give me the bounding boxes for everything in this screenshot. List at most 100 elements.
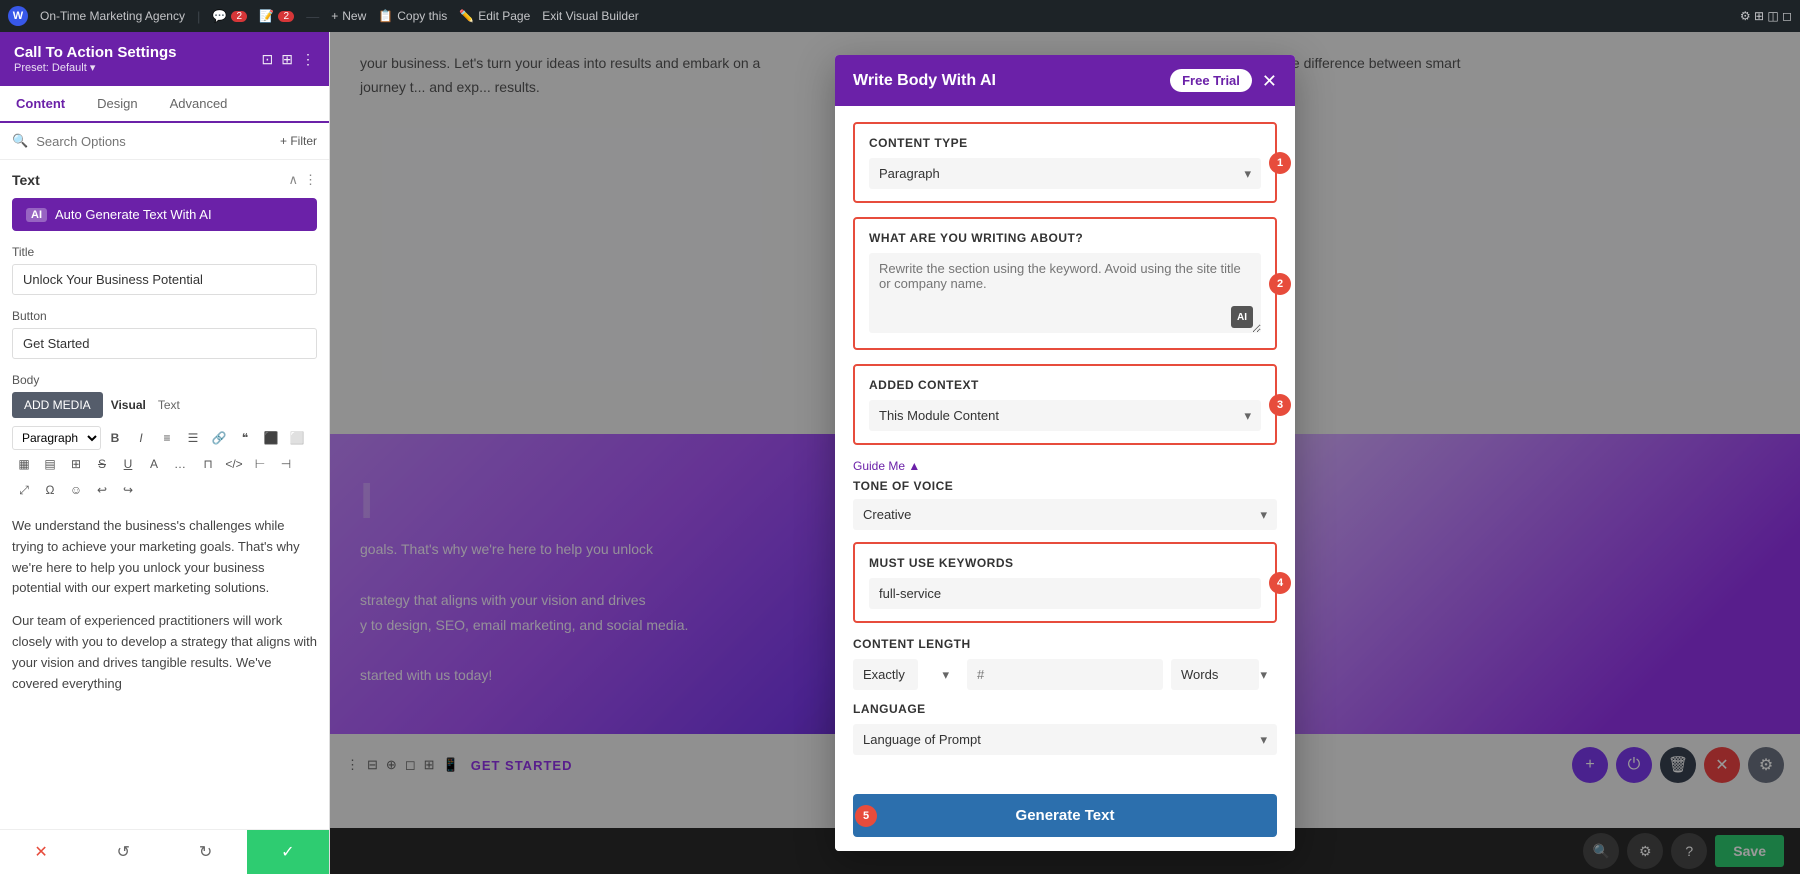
search-input[interactable]	[36, 134, 272, 149]
emoji-button[interactable]: ☺	[64, 478, 88, 502]
title-input[interactable]	[12, 264, 317, 295]
admin-bar-right: ⚙ ⊞ ◫ ◻	[1740, 9, 1792, 23]
sidebar-content: Text ∧ ⋮ AI Auto Generate Text With AI T…	[0, 160, 329, 829]
tone-select[interactable]: Creative Professional Casual	[853, 499, 1277, 530]
copy-format[interactable]: ⊓	[196, 452, 220, 476]
expand-button[interactable]: ⤢	[12, 478, 36, 502]
keywords-input[interactable]	[869, 578, 1261, 609]
content-length-label: Content Length	[853, 637, 1277, 651]
more-icon[interactable]: ⋮	[301, 51, 315, 68]
language-section: Language Language of Prompt English Span…	[853, 702, 1277, 755]
modal-header: Write Body With AI Free Trial ✕	[835, 55, 1295, 106]
admin-icons[interactable]: ⚙ ⊞ ◫ ◻	[1740, 9, 1792, 23]
language-select[interactable]: Language of Prompt English Spanish	[853, 724, 1277, 755]
length-unit-select[interactable]: Words Sentences Paragraphs	[1171, 659, 1259, 690]
cancel-button[interactable]: ✕	[0, 830, 82, 874]
body-text: We understand the business's challenges …	[12, 516, 317, 694]
text-toolbar: Paragraph B I ≡ ☰ 🔗 ❝ ⬛ ⬜ ▦ ▤ ⊞ S U A	[12, 426, 317, 502]
tab-text[interactable]: Text	[158, 398, 180, 412]
save-button[interactable]: ✓	[247, 830, 329, 874]
length-type-select[interactable]: Exactly At least At most	[853, 659, 918, 690]
content-type-label: Content Type	[869, 136, 1261, 150]
ai-text-icon: AI	[1231, 306, 1253, 328]
undo-toolbar[interactable]: ↩	[90, 478, 114, 502]
expand-icon[interactable]: ⊞	[281, 51, 293, 68]
keywords-label: Must Use Keywords	[869, 556, 1261, 570]
title-field: Title	[12, 245, 317, 295]
modal-footer: 5 Generate Text	[835, 780, 1295, 851]
outdent-button[interactable]: ⊣	[274, 452, 298, 476]
text-color-button[interactable]: A	[142, 452, 166, 476]
sidebar-header: Call To Action Settings Preset: Default …	[0, 32, 329, 86]
comments-icon[interactable]: 💬 2	[212, 9, 247, 23]
indent-button[interactable]: ⊢	[248, 452, 272, 476]
redo-button[interactable]: ↻	[165, 830, 247, 874]
bold-button[interactable]: B	[103, 426, 127, 450]
ol-button[interactable]: ☰	[181, 426, 205, 450]
body-section: Body ADD MEDIA Visual Text Paragraph B I…	[12, 373, 317, 694]
revisions-icon[interactable]: 📝 2	[259, 9, 294, 23]
section-title: Text	[12, 172, 40, 188]
copy-this-button[interactable]: 📋 Copy this	[378, 9, 447, 23]
align-justify[interactable]: ▤	[38, 452, 62, 476]
step-5-badge: 5	[855, 805, 877, 827]
special-char-button[interactable]: Ω	[38, 478, 62, 502]
italic-button[interactable]: I	[129, 426, 153, 450]
sidebar-preset[interactable]: Preset: Default ▾	[14, 61, 177, 74]
tab-advanced[interactable]: Advanced	[154, 86, 244, 121]
free-trial-badge[interactable]: Free Trial	[1170, 69, 1252, 92]
tab-visual[interactable]: Visual	[111, 398, 146, 412]
section-more-icon[interactable]: ⋮	[304, 172, 317, 188]
filter-button[interactable]: + Filter	[280, 134, 317, 148]
minimize-icon[interactable]: ⊡	[262, 51, 274, 68]
generate-text-button[interactable]: Generate Text	[853, 794, 1277, 837]
strikethrough-button[interactable]: S	[90, 452, 114, 476]
add-media-button[interactable]: ADD MEDIA	[12, 392, 103, 418]
length-number-input[interactable]	[967, 659, 1163, 690]
guide-me-link[interactable]: Guide Me ▲	[853, 459, 1277, 473]
sidebar-footer: ✕ ↺ ↻ ✓	[0, 829, 329, 874]
edit-page-button[interactable]: ✏️ Edit Page	[459, 9, 530, 23]
step-3-badge: 3	[1269, 394, 1291, 416]
step-4-badge: 4	[1269, 572, 1291, 594]
more-buttons[interactable]: …	[168, 452, 192, 476]
content-type-select[interactable]: Paragraph List Essay	[869, 158, 1261, 189]
wordpress-icon[interactable]: W	[8, 6, 28, 26]
button-input[interactable]	[12, 328, 317, 359]
ai-button-label: Auto Generate Text With AI	[55, 207, 212, 222]
tab-content[interactable]: Content	[0, 86, 81, 123]
ul-button[interactable]: ≡	[155, 426, 179, 450]
button-field: Button	[12, 309, 317, 359]
main-layout: Call To Action Settings Preset: Default …	[0, 32, 1800, 874]
exit-vb-button[interactable]: Exit Visual Builder	[542, 9, 639, 23]
new-button[interactable]: + New	[331, 9, 366, 23]
added-context-select[interactable]: This Module Content None Page Content	[869, 400, 1261, 431]
admin-bar: W On-Time Marketing Agency | 💬 2 📝 2 — +…	[0, 0, 1800, 32]
underline-button[interactable]: U	[116, 452, 140, 476]
undo-button[interactable]: ↺	[82, 830, 164, 874]
modal-close-button[interactable]: ✕	[1262, 72, 1277, 90]
body-paragraph-2: Our team of experienced practitioners wi…	[12, 611, 317, 694]
align-center[interactable]: ⬜	[285, 426, 309, 450]
search-icon: 🔍	[12, 133, 28, 149]
link-button[interactable]: 🔗	[207, 426, 231, 450]
search-bar: 🔍 + Filter	[0, 123, 329, 160]
guide-me-section: Guide Me ▲ Tone of Voice Creative Profes…	[853, 459, 1277, 530]
step-1-badge: 1	[1269, 152, 1291, 174]
text-section-header: Text ∧ ⋮	[12, 172, 317, 188]
main-content: your business. Let's turn your ideas int…	[330, 32, 1800, 874]
content-type-section: Content Type Paragraph List Essay 1	[853, 122, 1277, 203]
align-right[interactable]: ▦	[12, 452, 36, 476]
table-button[interactable]: ⊞	[64, 452, 88, 476]
ai-generate-button[interactable]: AI Auto Generate Text With AI	[12, 198, 317, 231]
tab-design[interactable]: Design	[81, 86, 153, 121]
collapse-icon[interactable]: ∧	[288, 172, 298, 188]
paragraph-select[interactable]: Paragraph	[12, 426, 101, 450]
site-name[interactable]: On-Time Marketing Agency	[40, 9, 185, 23]
modal-overlay: Write Body With AI Free Trial ✕ Content …	[330, 32, 1800, 874]
code-button[interactable]: </>	[222, 452, 246, 476]
redo-toolbar[interactable]: ↪	[116, 478, 140, 502]
blockquote-button[interactable]: ❝	[233, 426, 257, 450]
align-left[interactable]: ⬛	[259, 426, 283, 450]
writing-about-textarea[interactable]	[869, 253, 1261, 333]
